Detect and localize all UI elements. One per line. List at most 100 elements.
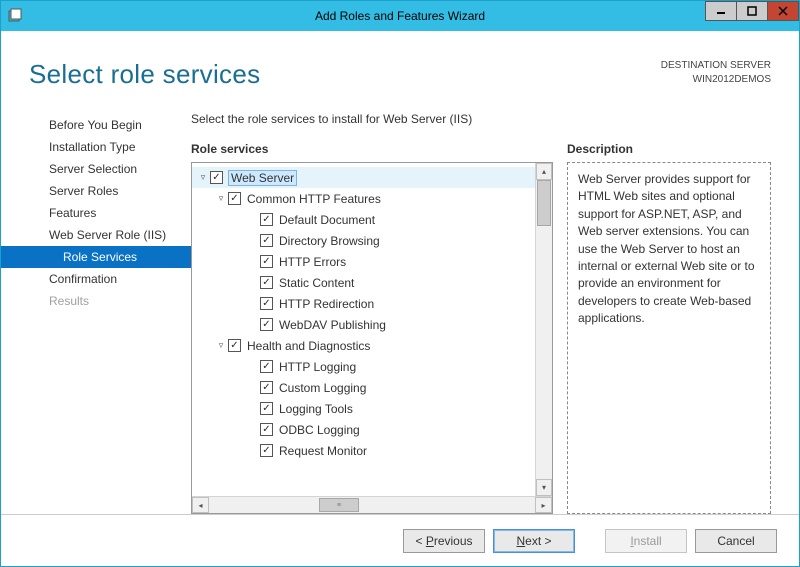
expander-placeholder: ▹ xyxy=(246,382,260,393)
expander-icon[interactable]: ▿ xyxy=(214,340,228,351)
checkbox[interactable]: ✓ xyxy=(260,444,273,457)
pane: Select the role services to install for … xyxy=(191,112,771,514)
tree-node[interactable]: ▹✓ Static Content xyxy=(192,272,535,293)
vertical-scrollbar[interactable]: ▴ ▾ xyxy=(535,163,552,496)
description-column: Description Web Server provides support … xyxy=(567,142,771,514)
checkbox[interactable]: ✓ xyxy=(260,234,273,247)
step-web-server-role[interactable]: Web Server Role (IIS) xyxy=(1,224,191,246)
step-results: Results xyxy=(1,290,191,312)
step-features[interactable]: Features xyxy=(1,202,191,224)
roles-tree-box: ▿✓Web Server▿✓Common HTTP Features▹✓Defa… xyxy=(191,162,553,514)
tree-node[interactable]: ▹✓ Request Monitor xyxy=(192,440,535,461)
scroll-down-icon[interactable]: ▾ xyxy=(536,479,552,496)
tree-node[interactable]: ▹✓ HTTP Redirection xyxy=(192,293,535,314)
tree-node[interactable]: ▹✓ WebDAV Publishing xyxy=(192,314,535,335)
maximize-button[interactable] xyxy=(736,1,768,21)
title-bar: Add Roles and Features Wizard xyxy=(1,1,799,31)
wizard-steps: Before You Begin Installation Type Serve… xyxy=(1,112,191,514)
step-confirmation[interactable]: Confirmation xyxy=(1,268,191,290)
scroll-right-icon[interactable]: ▸ xyxy=(535,497,552,513)
next-button[interactable]: Next > xyxy=(493,529,575,553)
tree-node[interactable]: ▿✓ Common HTTP Features xyxy=(192,188,535,209)
checkbox[interactable]: ✓ xyxy=(228,339,241,352)
tree-node[interactable]: ▿✓ Web Server xyxy=(192,167,535,188)
tree-node-label: HTTP Errors xyxy=(279,255,346,269)
checkbox[interactable]: ✓ xyxy=(260,213,273,226)
scroll-left-icon[interactable]: ◂ xyxy=(192,497,209,513)
window-title: Add Roles and Features Wizard xyxy=(1,9,799,23)
tree-node-label: Custom Logging xyxy=(279,381,366,395)
previous-button[interactable]: < Previous xyxy=(403,529,485,553)
tree-node[interactable]: ▹✓ Custom Logging xyxy=(192,377,535,398)
tree-node-label: Logging Tools xyxy=(279,402,353,416)
tree-node-label: Health and Diagnostics xyxy=(247,339,370,353)
tree-node[interactable]: ▹✓ ODBC Logging xyxy=(192,419,535,440)
tree-node-label: ODBC Logging xyxy=(279,423,360,437)
description-header: Description xyxy=(567,142,771,156)
cancel-button[interactable]: Cancel xyxy=(695,529,777,553)
close-button[interactable] xyxy=(767,1,799,21)
tree-node[interactable]: ▹✓ Default Document xyxy=(192,209,535,230)
horizontal-scrollbar[interactable]: ◂ ≡ ▸ xyxy=(192,496,552,513)
roles-column: Role services ▿✓Web Server▿✓Common HTTP … xyxy=(191,142,553,514)
tree-node-label: Web Server xyxy=(229,171,296,185)
tree-node[interactable]: ▹✓ Directory Browsing xyxy=(192,230,535,251)
destination-value: WIN2012DEMOS xyxy=(661,73,771,87)
expander-icon[interactable]: ▿ xyxy=(214,193,228,204)
window-controls xyxy=(706,1,799,31)
expander-placeholder: ▹ xyxy=(246,424,260,435)
checkbox[interactable]: ✓ xyxy=(260,402,273,415)
minimize-button[interactable] xyxy=(705,1,737,21)
tree-node[interactable]: ▹✓ HTTP Errors xyxy=(192,251,535,272)
header-row: Select role services DESTINATION SERVER … xyxy=(1,31,799,90)
tree-node-label: WebDAV Publishing xyxy=(279,318,386,332)
step-role-services[interactable]: Role Services xyxy=(1,246,191,268)
checkbox[interactable]: ✓ xyxy=(210,171,223,184)
roles-tree[interactable]: ▿✓Web Server▿✓Common HTTP Features▹✓Defa… xyxy=(192,163,535,496)
expander-placeholder: ▹ xyxy=(246,298,260,309)
columns: Role services ▿✓Web Server▿✓Common HTTP … xyxy=(191,142,771,514)
checkbox[interactable]: ✓ xyxy=(260,381,273,394)
expander-icon[interactable]: ▿ xyxy=(196,172,210,183)
instruction-text: Select the role services to install for … xyxy=(191,112,771,126)
install-button: Install xyxy=(605,529,687,553)
expander-placeholder: ▹ xyxy=(246,445,260,456)
description-text: Web Server provides support for HTML Web… xyxy=(567,162,771,514)
page-title: Select role services xyxy=(29,59,260,90)
tree-node-label: Common HTTP Features xyxy=(247,192,381,206)
checkbox[interactable]: ✓ xyxy=(260,318,273,331)
tree-node-label: Default Document xyxy=(279,213,375,227)
tree-node-label: Directory Browsing xyxy=(279,234,380,248)
expander-placeholder: ▹ xyxy=(246,361,260,372)
step-server-selection[interactable]: Server Selection xyxy=(1,158,191,180)
checkbox[interactable]: ✓ xyxy=(260,360,273,373)
roles-header: Role services xyxy=(191,142,553,156)
checkbox[interactable]: ✓ xyxy=(260,423,273,436)
tree-node-label: HTTP Logging xyxy=(279,360,356,374)
tree-node-label: Request Monitor xyxy=(279,444,367,458)
app-icon xyxy=(1,8,29,24)
checkbox[interactable]: ✓ xyxy=(260,276,273,289)
tree-node[interactable]: ▿✓ Health and Diagnostics xyxy=(192,335,535,356)
checkbox[interactable]: ✓ xyxy=(228,192,241,205)
tree-node[interactable]: ▹✓ HTTP Logging xyxy=(192,356,535,377)
checkbox[interactable]: ✓ xyxy=(260,297,273,310)
destination-info: DESTINATION SERVER WIN2012DEMOS xyxy=(661,59,771,86)
step-installation-type[interactable]: Installation Type xyxy=(1,136,191,158)
expander-placeholder: ▹ xyxy=(246,256,260,267)
expander-placeholder: ▹ xyxy=(246,214,260,225)
tree-node[interactable]: ▹✓Logging Tools xyxy=(192,398,535,419)
scroll-up-icon[interactable]: ▴ xyxy=(536,163,552,180)
scroll-thumb[interactable] xyxy=(537,180,551,226)
tree-node-label: Static Content xyxy=(279,276,354,290)
main-area: Select role services DESTINATION SERVER … xyxy=(1,31,799,566)
expander-placeholder: ▹ xyxy=(246,277,260,288)
destination-label: DESTINATION SERVER xyxy=(661,59,771,73)
step-server-roles[interactable]: Server Roles xyxy=(1,180,191,202)
step-before-you-begin[interactable]: Before You Begin xyxy=(1,114,191,136)
checkbox[interactable]: ✓ xyxy=(260,255,273,268)
tree-node-label: HTTP Redirection xyxy=(279,297,374,311)
hscroll-thumb[interactable]: ≡ xyxy=(319,498,359,512)
expander-placeholder: ▹ xyxy=(246,319,260,330)
expander-placeholder: ▹ xyxy=(246,235,260,246)
